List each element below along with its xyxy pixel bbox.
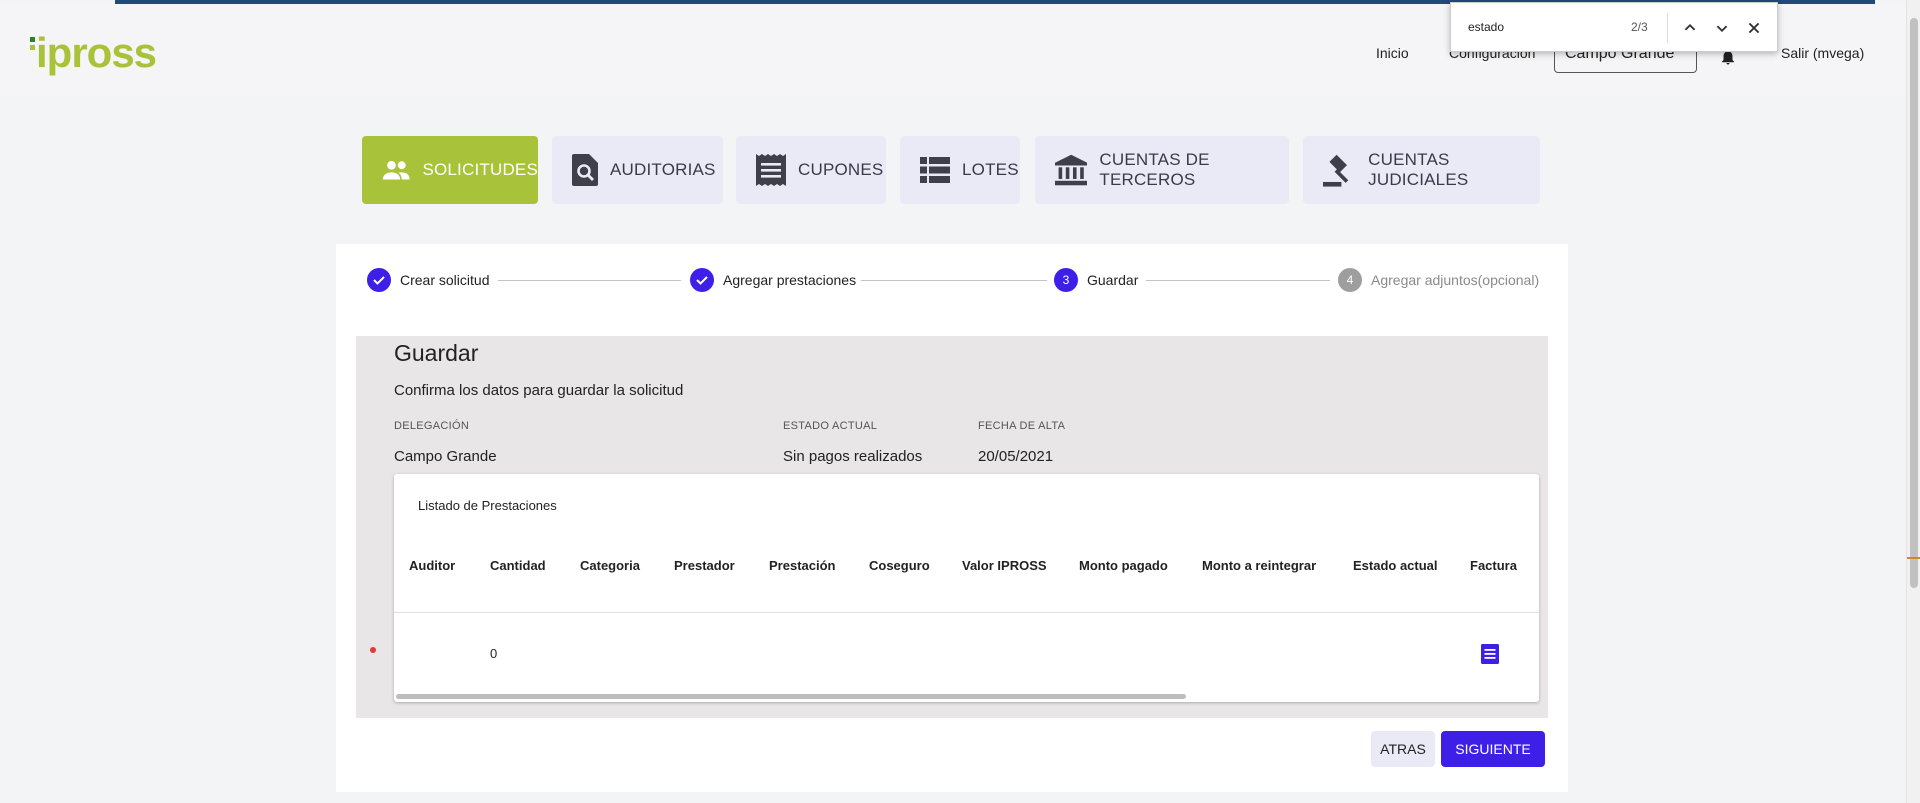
column-header-auditor[interactable]: Auditor xyxy=(409,558,455,573)
scrollbar-thumb[interactable] xyxy=(1910,18,1918,588)
row-indicator-dot xyxy=(370,647,376,653)
browser-find-bar: estado 2/3 xyxy=(1450,2,1778,52)
column-header-monto-reintegrar[interactable]: Monto a reintegrar xyxy=(1202,558,1316,573)
tab-label: LOTES xyxy=(962,160,1019,179)
column-header-cantidad[interactable]: Cantidad xyxy=(490,558,546,573)
find-match-marker xyxy=(1907,557,1920,559)
document-search-icon xyxy=(572,154,598,186)
people-icon xyxy=(382,160,410,180)
column-header-estado-actual[interactable]: Estado actual xyxy=(1353,558,1438,573)
step-connector xyxy=(1146,280,1330,281)
table-title: Listado de Prestaciones xyxy=(418,498,557,513)
step-agregar-prestaciones[interactable]: Agregar prestaciones xyxy=(690,268,856,292)
check-icon xyxy=(690,268,714,292)
close-icon[interactable] xyxy=(1743,17,1765,39)
step-connector xyxy=(861,280,1047,281)
column-header-coseguro[interactable]: Coseguro xyxy=(869,558,930,573)
estado-label: ESTADO ACTUAL xyxy=(783,420,878,432)
nav-inicio-link[interactable]: Inicio xyxy=(1376,45,1409,61)
find-divider xyxy=(1667,13,1668,43)
list-icon xyxy=(920,157,950,183)
page-scrollbar[interactable] xyxy=(1906,0,1920,803)
column-header-valor-ipross[interactable]: Valor IPROSS xyxy=(962,558,1047,573)
tab-label: CUENTAS DE TERCEROS xyxy=(1099,150,1210,189)
tab-label: SOLICITUDES xyxy=(422,160,538,179)
table-horizontal-scrollbar[interactable] xyxy=(396,694,1186,699)
column-header-factura[interactable]: Factura xyxy=(1470,558,1517,573)
prestaciones-table: Listado de Prestaciones Auditor Cantidad… xyxy=(394,474,1539,702)
nav-salir-link[interactable]: Salir (mvega) xyxy=(1781,45,1864,61)
cell-cantidad: 0 xyxy=(490,646,498,661)
tab-cuentas-de-terceros[interactable]: CUENTAS DE TERCEROS xyxy=(1035,136,1289,204)
tab-label: CUPONES xyxy=(798,160,884,179)
fecha-alta-value: 20/05/2021 xyxy=(978,448,1054,465)
section-subtitle: Confirma los datos para guardar la solic… xyxy=(394,382,684,399)
section-title: Guardar xyxy=(394,340,479,366)
step-label: Guardar xyxy=(1087,272,1139,288)
step-label: Agregar adjuntos(opcional) xyxy=(1371,272,1540,288)
step-number: 4 xyxy=(1338,268,1362,292)
document-icon[interactable] xyxy=(1481,644,1499,664)
table-header-divider xyxy=(394,612,1539,613)
column-header-prestador[interactable]: Prestador xyxy=(674,558,735,573)
find-match-count: 2/3 xyxy=(1631,20,1648,34)
step-agregar-adjuntos: 4 Agregar adjuntos(opcional) xyxy=(1338,268,1539,292)
tab-cuentas-judiciales[interactable]: CUENTAS JUDICIALES xyxy=(1303,136,1540,204)
estado-value: Sin pagos realizados xyxy=(783,448,923,465)
tab-solicitudes[interactable]: SOLICITUDES xyxy=(362,136,538,204)
step-connector xyxy=(498,280,681,281)
atras-button[interactable]: ATRAS xyxy=(1371,731,1435,767)
step-label: Crear solicitud xyxy=(400,272,490,288)
check-icon xyxy=(367,268,391,292)
guardar-section: Guardar Confirma los datos para guardar … xyxy=(356,336,1548,718)
tab-label: AUDITORIAS xyxy=(610,160,716,179)
bank-icon xyxy=(1055,154,1088,186)
column-header-monto-pagado[interactable]: Monto pagado xyxy=(1079,558,1168,573)
logo-text: ipross xyxy=(36,29,157,76)
delegacion-value: Campo Grande xyxy=(394,448,497,465)
delegacion-label: DELEGACIÓN xyxy=(394,420,470,432)
receipt-icon xyxy=(756,154,786,186)
gavel-icon xyxy=(1323,154,1349,187)
solicitud-stepper-card: Crear solicitud Agregar prestaciones 3 G… xyxy=(336,244,1568,792)
chevron-up-icon[interactable] xyxy=(1679,17,1701,39)
step-number: 3 xyxy=(1054,268,1078,292)
siguiente-button[interactable]: SIGUIENTE xyxy=(1441,731,1545,767)
column-header-prestacion[interactable]: Prestación xyxy=(769,558,835,573)
tab-label: CUENTAS JUDICIALES xyxy=(1368,150,1469,189)
column-header-categoria[interactable]: Categoria xyxy=(580,558,640,573)
tab-auditorias[interactable]: AUDITORIAS xyxy=(552,136,723,204)
tab-cupones[interactable]: CUPONES xyxy=(736,136,886,204)
find-input[interactable]: estado xyxy=(1468,20,1504,34)
tab-lotes[interactable]: LOTES xyxy=(900,136,1020,204)
fecha-alta-label: FECHA DE ALTA xyxy=(978,420,1066,432)
step-label: Agregar prestaciones xyxy=(723,272,857,288)
step-crear-solicitud[interactable]: Crear solicitud xyxy=(367,268,489,292)
chevron-down-icon[interactable] xyxy=(1711,17,1733,39)
step-guardar[interactable]: 3 Guardar xyxy=(1054,268,1138,292)
